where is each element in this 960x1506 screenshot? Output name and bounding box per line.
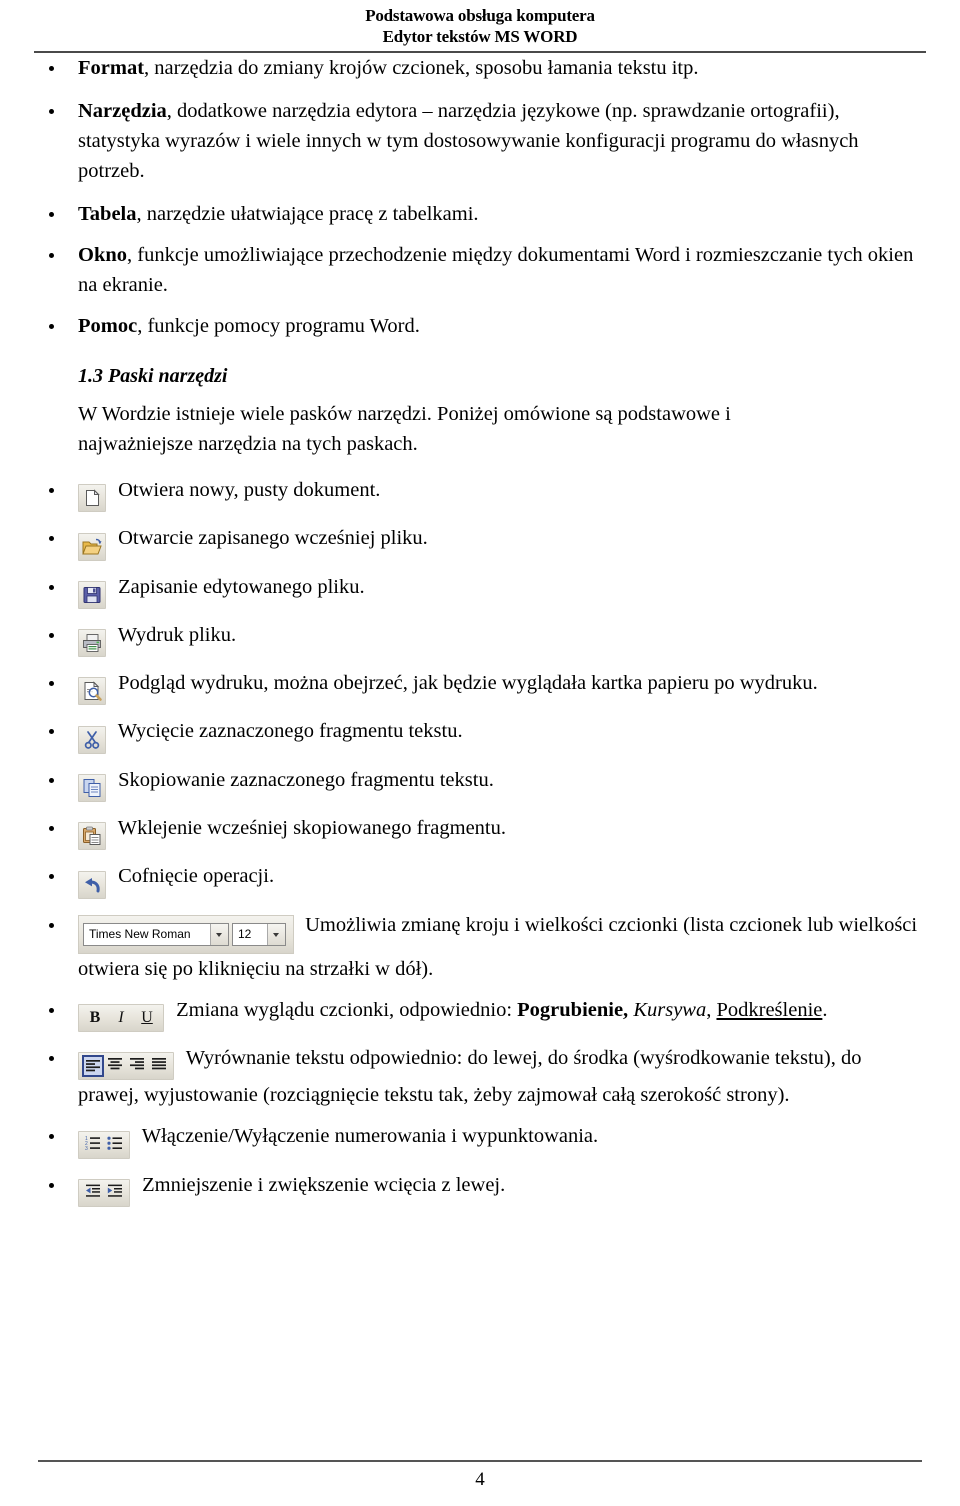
- list-item: Pomoc, funkcje pomocy programu Word.: [38, 311, 922, 341]
- section-paragraph: W Wordzie istnieje wiele pasków narzędzi…: [78, 403, 731, 455]
- header-line-1: Podstawowa obsługa komputera: [365, 6, 595, 25]
- list-item: BIU Zmiana wyglądu czcionki, odpowiednio…: [38, 995, 922, 1032]
- align-center-icon[interactable]: [104, 1055, 126, 1077]
- list-item: Zapisanie edytowanego pliku.: [38, 572, 922, 609]
- footer-divider: [38, 1460, 922, 1462]
- indent-buttons-description: Zmniejszenie i zwiększenie wcięcia z lew…: [142, 1173, 506, 1196]
- list-item: Otwarcie zapisanego wcześniej pliku.: [38, 523, 922, 561]
- style-word-italic: Kursywa: [633, 998, 707, 1021]
- menu-term: Format: [78, 57, 145, 79]
- list-item: Times New Roman 12 Umożliwia zmianę kroj…: [38, 910, 922, 984]
- style-word-underline: Podkreślenie: [716, 998, 823, 1021]
- align-justify-icon[interactable]: [148, 1055, 170, 1077]
- chevron-down-icon[interactable]: [267, 924, 285, 946]
- menu-description: , funkcje umożliwiające przechodzenie mi…: [78, 244, 914, 296]
- menu-description: , narzędzia do zmiany krojów czcionek, s…: [144, 57, 699, 79]
- paste-clipboard-icon[interactable]: [78, 822, 106, 851]
- italic-button[interactable]: I: [108, 1007, 134, 1029]
- bold-button[interactable]: B: [82, 1007, 108, 1029]
- indent-button-group: [78, 1178, 130, 1207]
- copy-icon[interactable]: [78, 774, 106, 803]
- text-style-button-group: BIU: [78, 1003, 164, 1032]
- menu-description-list: Format, narzędzia do zmiany krojów czcio…: [38, 53, 922, 341]
- header-line-2: Edytor tekstów MS WORD: [382, 27, 578, 46]
- align-left-icon[interactable]: [82, 1055, 104, 1078]
- font-size-combo[interactable]: 12: [232, 923, 286, 947]
- list-item: Zmniejszenie i zwiększenie wcięcia z lew…: [38, 1170, 922, 1207]
- style-word-bold: Pogrubienie,: [517, 998, 629, 1021]
- page-number: 4: [475, 1469, 485, 1490]
- svg-text:3: 3: [85, 1146, 88, 1152]
- numbered-list-icon[interactable]: 1 2 3: [82, 1134, 104, 1156]
- menu-description: , dodatkowe narzędzia edytora – narzędzi…: [78, 100, 859, 182]
- list-item: Format, narzędzia do zmiany krojów czcio…: [38, 53, 922, 83]
- list-item: 1 2 3 Włączenie/Wyłączenie numerowania i…: [38, 1121, 922, 1159]
- menu-description: , narzędzie ułatwiające pracę z tabelkam…: [136, 203, 479, 225]
- toolbar-item-label: Wycięcie zaznaczonego fragmentu tekstu.: [117, 720, 463, 743]
- font-name-value: Times New Roman: [89, 927, 191, 942]
- print-icon[interactable]: [78, 629, 106, 658]
- document-page: Podstawowa obsługa komputera Edytor teks…: [0, 0, 960, 1506]
- section-number: 1.3: [78, 365, 103, 387]
- toolbar-description-list: Otwiera nowy, pusty dokument. Otwarcie z…: [38, 475, 922, 1207]
- alignment-button-group: [78, 1052, 174, 1081]
- save-floppy-icon[interactable]: [78, 580, 106, 609]
- style-comma: ,: [706, 998, 717, 1021]
- list-item: Wycięcie zaznaczonego fragmentu tekstu.: [38, 716, 922, 754]
- style-description-suffix: .: [822, 998, 828, 1021]
- underline-button[interactable]: U: [134, 1007, 160, 1029]
- list-item: Podgląd wydruku, można obejrzeć, jak będ…: [38, 668, 922, 706]
- menu-description: , funkcje pomocy programu Word.: [137, 315, 420, 337]
- cut-scissors-icon[interactable]: [78, 725, 106, 754]
- undo-arrow-icon[interactable]: [78, 870, 106, 899]
- list-button-group: 1 2 3: [78, 1130, 130, 1159]
- toolbar-item-label: Otwiera nowy, pusty dokument.: [118, 479, 381, 501]
- open-folder-icon[interactable]: [78, 532, 106, 561]
- document-body: Format, narzędzia do zmiany krojów czcio…: [0, 53, 960, 1207]
- toolbar-item-label: Wklejenie wcześniej skopiowanego fragmen…: [117, 817, 506, 840]
- menu-term: Pomoc: [78, 315, 138, 337]
- toolbar-item-label: Zapisanie edytowanego pliku.: [118, 575, 365, 598]
- toolbar-item-label: Skopiowanie zaznaczonego fragmentu tekst…: [118, 768, 494, 791]
- list-item: Otwiera nowy, pusty dokument.: [38, 475, 922, 513]
- toolbar-item-label: Cofnięcie operacji.: [118, 865, 275, 888]
- list-item: Skopiowanie zaznaczonego fragmentu tekst…: [38, 765, 922, 803]
- page-footer: 4: [38, 1460, 922, 1492]
- list-item: Wyrównanie tekstu odpowiednio: do lewej,…: [38, 1043, 922, 1110]
- section-heading: 1.3 Paski narzędzi: [78, 363, 922, 389]
- list-item: Okno, funkcje umożliwiające przechodzeni…: [38, 240, 922, 300]
- toolbar-item-label: Otwarcie zapisanego wcześniej pliku.: [118, 527, 428, 550]
- toolbar-item-label: Podgląd wydruku, można obejrzeć, jak będ…: [118, 672, 818, 695]
- align-right-icon[interactable]: [126, 1055, 148, 1077]
- style-description-prefix: Zmiana wyglądu czcionki, odpowiednio:: [176, 998, 518, 1021]
- toolbar-item-label: Wydruk pliku.: [117, 623, 237, 646]
- menu-term: Okno: [78, 244, 127, 266]
- menu-term: Narzędzia: [78, 100, 167, 122]
- font-size-value: 12: [238, 927, 252, 942]
- list-item: Cofnięcie operacji.: [38, 861, 922, 899]
- running-header: Podstawowa obsługa komputera Edytor teks…: [0, 0, 960, 47]
- bulleted-list-icon[interactable]: [104, 1134, 126, 1156]
- list-item: Wklejenie wcześniej skopiowanego fragmen…: [38, 813, 922, 851]
- list-item: Wydruk pliku.: [38, 620, 922, 658]
- decrease-indent-icon[interactable]: [82, 1182, 104, 1204]
- increase-indent-icon[interactable]: [104, 1182, 126, 1204]
- section-title: Paski narzędzi: [108, 365, 228, 387]
- font-name-combo[interactable]: Times New Roman: [83, 923, 229, 947]
- list-buttons-description: Włączenie/Wyłączenie numerowania i wypun…: [141, 1125, 599, 1148]
- font-toolbar-group: Times New Roman 12: [78, 914, 294, 954]
- print-preview-icon[interactable]: [78, 677, 106, 706]
- chevron-down-icon[interactable]: [210, 924, 228, 946]
- list-item: Narzędzia, dodatkowe narzędzia edytora –…: [38, 96, 922, 186]
- menu-term: Tabela: [78, 203, 137, 225]
- alignment-description: Wyrównanie tekstu odpowiednio: do lewej,…: [78, 1046, 862, 1107]
- list-item: Tabela, narzędzie ułatwiające pracę z ta…: [38, 199, 922, 229]
- new-document-icon[interactable]: [78, 484, 106, 513]
